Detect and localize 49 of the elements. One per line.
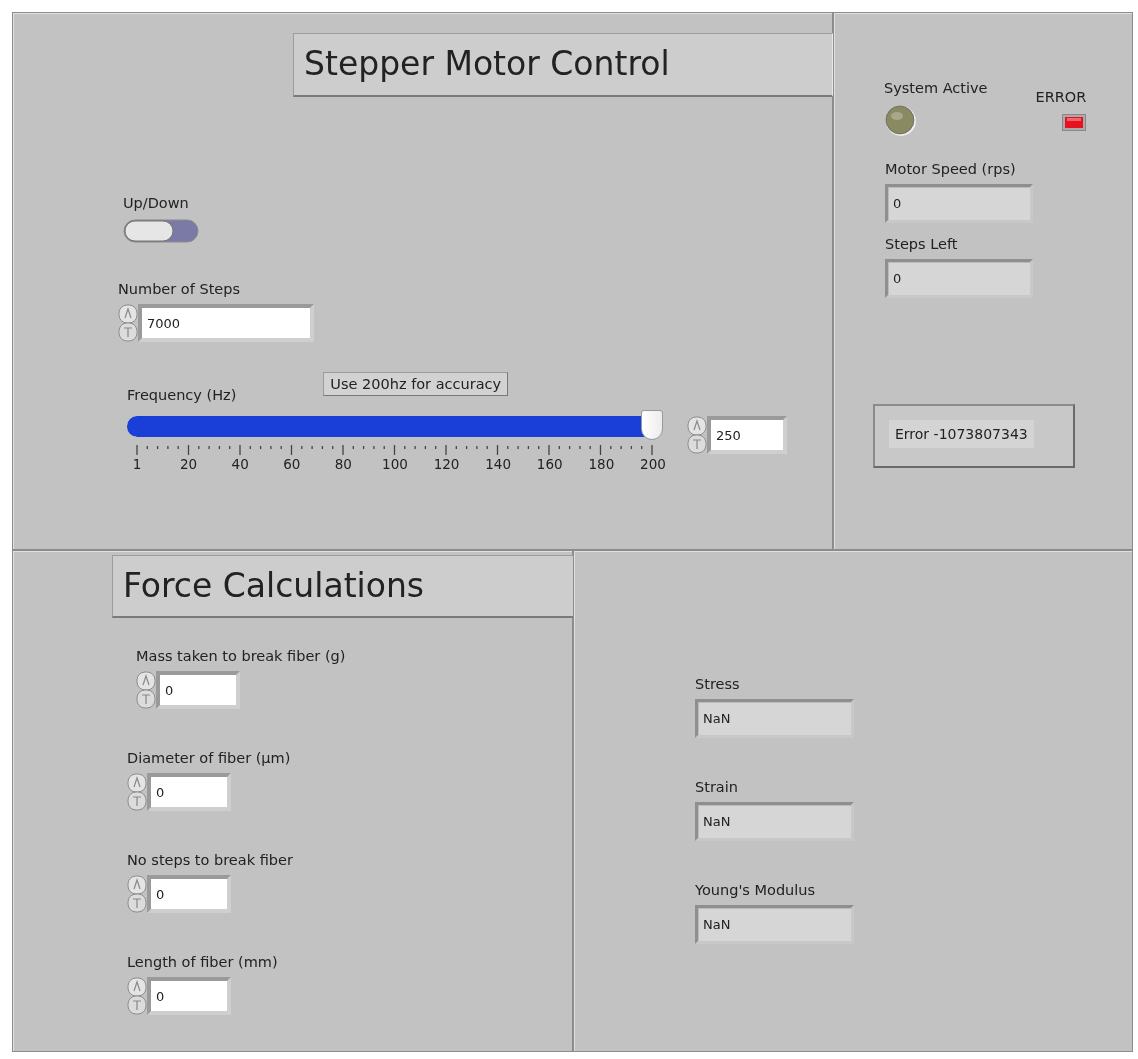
field-label: Young's Modulus	[695, 881, 817, 899]
number-input[interactable]: 7000	[138, 304, 314, 342]
increment-decrement-buttons[interactable]	[127, 977, 147, 1015]
toggle-switch[interactable]	[123, 218, 199, 244]
numeric-indicator: NaN	[695, 905, 854, 944]
scale-label: 100	[381, 456, 409, 472]
increment-decrement-buttons[interactable]	[136, 671, 156, 709]
field-label: Length of fiber (mm)	[127, 953, 279, 971]
switch-label: Up/Down	[123, 194, 190, 212]
increment-decrement-buttons[interactable]	[127, 875, 147, 913]
panel-title: Stepper Motor Control	[293, 33, 833, 97]
field-label: Number of Steps	[118, 280, 241, 298]
note-label: Use 200hz for accuracy	[323, 372, 509, 396]
numeric-indicator: NaN	[695, 802, 854, 841]
scale-label: 140	[484, 456, 513, 472]
scale-label: 200	[639, 456, 667, 472]
led-label: ERROR	[1035, 88, 1087, 106]
numeric-indicator: NaN	[695, 699, 854, 738]
field-label: Mass taken to break fiber (g)	[136, 647, 347, 665]
increment-decrement-buttons[interactable]	[687, 416, 707, 454]
increment-decrement-buttons[interactable]	[118, 304, 138, 342]
scale-label: 180	[587, 456, 616, 472]
field-label: No steps to break fiber	[127, 851, 294, 869]
scale-label: 1	[131, 456, 143, 472]
number-input[interactable]: 250	[707, 416, 787, 454]
scale-label: 120	[432, 456, 461, 472]
increment-decrement-buttons[interactable]	[127, 773, 147, 811]
scale-label: 160	[535, 456, 564, 472]
numeric-indicator: 0	[885, 259, 1033, 298]
scale-label: 20	[179, 456, 199, 472]
led-label: System Active	[884, 79, 988, 97]
error-message: Error -1073807343	[889, 420, 1034, 448]
field-label: Stress	[695, 675, 741, 693]
frequency-slider[interactable]	[127, 410, 663, 441]
slider-label: Frequency (Hz)	[127, 386, 237, 404]
number-input[interactable]: 0	[147, 773, 231, 811]
slider-thumb[interactable]	[641, 410, 663, 440]
field-label: Diameter of fiber (µm)	[127, 749, 292, 767]
scale-label: 60	[282, 456, 302, 472]
panel-title: Force Calculations	[112, 555, 575, 618]
field-label: Strain	[695, 778, 739, 796]
numeric-indicator: 0	[885, 184, 1033, 223]
field-label: Steps Left	[885, 235, 959, 253]
number-input[interactable]: 0	[156, 671, 240, 709]
scale-label: 80	[333, 456, 353, 472]
number-input[interactable]: 0	[147, 875, 231, 913]
field-label: Motor Speed (rps)	[885, 160, 1017, 178]
number-input[interactable]: 0	[147, 977, 231, 1015]
scale-label: 40	[230, 456, 250, 472]
